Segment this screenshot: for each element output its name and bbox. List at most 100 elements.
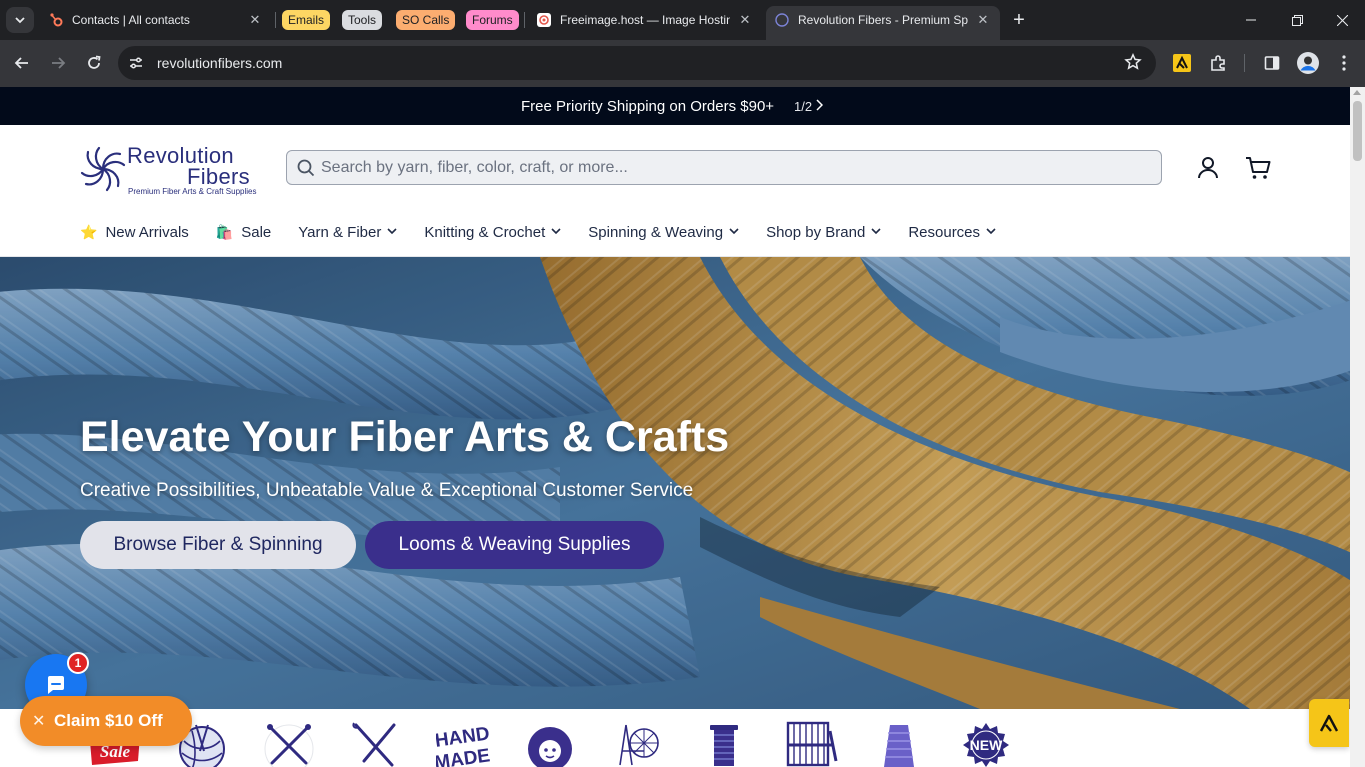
- forward-arrow-icon[interactable]: [44, 49, 72, 77]
- browser-toolbar: revolutionfibers.com: [0, 40, 1365, 87]
- chevron-down-icon: [986, 226, 996, 238]
- search-icon: [296, 158, 316, 183]
- revolution-fibers-icon: [774, 12, 790, 28]
- chevron-down-icon: [729, 226, 739, 238]
- tab-search-button[interactable]: [6, 7, 34, 33]
- nav-sale[interactable]: 🛍️ Sale: [216, 224, 271, 241]
- claim-discount-button[interactable]: ✕ Claim $10 Off: [20, 696, 192, 746]
- announcement-text[interactable]: Free Priority Shipping on Orders $90+: [521, 98, 774, 115]
- new-tab-plus-icon[interactable]: +: [1008, 9, 1030, 31]
- star-icon: ⭐: [80, 223, 98, 240]
- nav-label: Spinning & Weaving: [588, 223, 724, 241]
- claim-discount-label: Claim $10 Off: [54, 711, 163, 730]
- site-header: Revolution Fibers Premium Fiber Arts & C…: [0, 125, 1350, 257]
- extension-logo-icon[interactable]: [1168, 49, 1196, 77]
- hero-subtitle: Creative Possibilities, Unbeatable Value…: [80, 480, 694, 501]
- more-menu-icon[interactable]: [1330, 49, 1358, 77]
- nav-yarn-fiber[interactable]: Yarn & Fiber: [298, 224, 397, 241]
- nav-label: Knitting & Crochet: [424, 223, 546, 241]
- category-knitting[interactable]: [262, 721, 316, 767]
- scrollbar-thumb[interactable]: [1353, 101, 1362, 161]
- category-looms[interactable]: [784, 721, 840, 767]
- search-input[interactable]: [321, 151, 1141, 184]
- back-arrow-icon[interactable]: [8, 49, 36, 77]
- announcement-bar: Free Priority Shipping on Orders $90+ 1/…: [0, 87, 1350, 125]
- tab-contacts[interactable]: Contacts | All contacts ✕: [40, 6, 272, 34]
- loom-icon: [786, 721, 838, 767]
- web-page: Free Priority Shipping on Orders $90+ 1/…: [0, 87, 1350, 767]
- chevron-right-icon[interactable]: [815, 98, 824, 116]
- restore-icon[interactable]: [1274, 0, 1320, 40]
- tab-group-forums[interactable]: Forums: [466, 10, 519, 30]
- chevron-down-icon: [387, 226, 397, 238]
- cart-icon[interactable]: [1243, 153, 1273, 183]
- tab-title: Contacts | All contacts: [72, 13, 190, 27]
- knitting-needles-icon: [264, 724, 314, 767]
- nav-spinning-weaving[interactable]: Spinning & Weaving: [588, 224, 739, 241]
- category-cones[interactable]: [872, 721, 926, 767]
- logo-swirl-icon: [80, 146, 126, 192]
- profile-avatar[interactable]: [1294, 49, 1322, 77]
- tab-revolution-fibers[interactable]: Revolution Fibers - Premium Sp ✕: [766, 6, 1000, 40]
- new-badge-text: NEW: [970, 737, 1003, 753]
- close-icon[interactable]: ✕: [736, 11, 754, 29]
- crochet-hooks-icon: [352, 722, 396, 767]
- nav-label: Sale: [241, 223, 272, 241]
- category-crochet[interactable]: [350, 721, 404, 767]
- search-bar[interactable]: [286, 150, 1162, 185]
- category-handmade[interactable]: HAND MADE: [433, 721, 491, 767]
- main-navigation: ⭐ New Arrivals 🛍️ Sale Yarn & Fiber Knit…: [80, 220, 1023, 244]
- minimize-icon[interactable]: [1228, 0, 1274, 40]
- tab-group-tools[interactable]: Tools: [342, 10, 383, 30]
- tab-group-emails[interactable]: Emails: [282, 10, 331, 30]
- freeimage-icon: [536, 12, 552, 28]
- hero-title: Elevate Your Fiber Arts & Crafts: [80, 413, 730, 461]
- category-new[interactable]: NEW: [958, 721, 1014, 767]
- bookmark-star-icon[interactable]: [1124, 52, 1142, 76]
- logo-tagline: Premium Fiber Arts & Craft Supplies: [128, 187, 257, 196]
- looms-weaving-button[interactable]: Looms & Weaving Supplies: [365, 521, 664, 569]
- category-fiber[interactable]: [522, 721, 578, 767]
- extensions-puzzle-icon[interactable]: [1204, 49, 1232, 77]
- scroll-up-arrow-icon[interactable]: [1353, 90, 1361, 95]
- site-logo[interactable]: Revolution Fibers Premium Fiber Arts & C…: [80, 143, 265, 196]
- hubspot-icon: [48, 12, 64, 28]
- close-icon[interactable]: ✕: [32, 711, 48, 731]
- spinning-wheel-icon: [619, 724, 659, 766]
- chat-bubble-icon: [48, 676, 64, 694]
- browser-tab-strip: Contacts | All contacts ✕ Emails Tools S…: [0, 0, 1365, 40]
- close-icon[interactable]: ✕: [246, 11, 264, 29]
- tab-group-so-calls[interactable]: SO Calls: [396, 10, 456, 30]
- nav-label: Shop by Brand: [766, 223, 866, 241]
- sheep-icon: [528, 727, 572, 767]
- category-thread[interactable]: [698, 721, 752, 767]
- toolbar-divider: [1244, 54, 1245, 72]
- tab-separator: [275, 12, 276, 28]
- close-icon[interactable]: ✕: [974, 11, 992, 29]
- nav-knitting-crochet[interactable]: Knitting & Crochet: [424, 224, 561, 241]
- close-window-icon[interactable]: [1319, 0, 1365, 40]
- chat-notification-badge: 1: [67, 652, 89, 674]
- nav-label: Yarn & Fiber: [298, 223, 382, 241]
- browse-fiber-spinning-button[interactable]: Browse Fiber & Spinning: [80, 521, 356, 569]
- new-badge-icon: NEW: [963, 723, 1009, 767]
- chevron-down-icon: [15, 17, 25, 24]
- category-spinning[interactable]: [612, 721, 666, 767]
- page-scrollbar[interactable]: [1350, 87, 1365, 767]
- tab-freeimage[interactable]: Freeimage.host — Image Hostin ✕: [528, 6, 762, 34]
- shopping-bag-icon: 🛍️: [215, 223, 234, 240]
- thread-spool-icon: [710, 725, 738, 766]
- reload-icon[interactable]: [80, 49, 108, 77]
- account-icon[interactable]: [1193, 153, 1223, 183]
- nav-new-arrivals[interactable]: ⭐ New Arrivals: [80, 224, 189, 241]
- nav-label: New Arrivals: [105, 223, 189, 241]
- side-panel-icon[interactable]: [1258, 49, 1286, 77]
- site-settings-icon[interactable]: [124, 51, 148, 75]
- address-bar[interactable]: revolutionfibers.com: [118, 46, 1156, 80]
- handmade-icon: HAND MADE: [433, 723, 491, 767]
- tab-title: Freeimage.host — Image Hostin: [560, 13, 730, 27]
- nav-resources[interactable]: Resources: [908, 224, 996, 241]
- category-strip: Sale HAND MADE NEW: [0, 709, 1350, 767]
- nav-shop-by-brand[interactable]: Shop by Brand: [766, 224, 881, 241]
- accessibility-widget-button[interactable]: [1309, 699, 1349, 747]
